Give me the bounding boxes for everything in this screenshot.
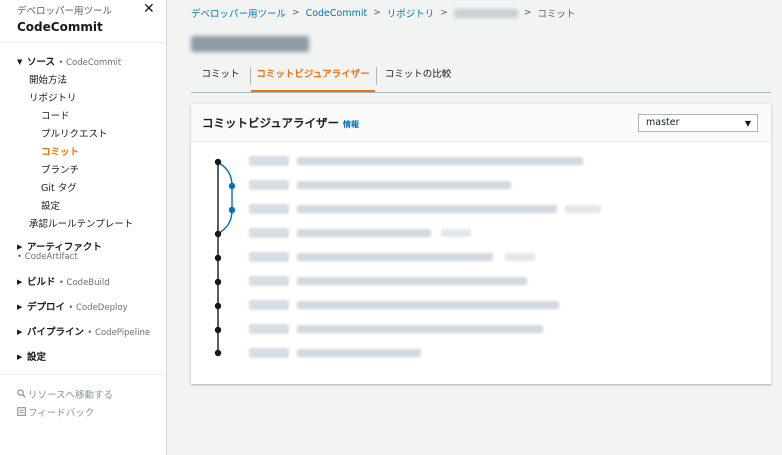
commit-message-redacted — [297, 277, 527, 285]
sidebar-item-repositories[interactable]: リポジトリ — [29, 90, 77, 104]
commit-message-redacted — [297, 181, 511, 189]
caret-right-icon: ▶ — [17, 303, 23, 311]
sidebar-item-repo-settings[interactable]: 設定 — [41, 198, 60, 212]
branch-select[interactable]: master ▼ — [638, 114, 758, 132]
search-icon — [17, 389, 28, 401]
sidebar-subtitle: デベロッパー用ツール — [17, 6, 113, 17]
breadcrumb: デベロッパー用ツール > CodeCommit > リポジトリ > > コミット — [191, 6, 576, 21]
commit-id-redacted[interactable] — [249, 348, 289, 358]
sidebar-item-commits[interactable]: コミット — [41, 144, 79, 158]
commit-message-redacted — [297, 205, 557, 213]
sidebar-divider — [0, 42, 166, 43]
info-link[interactable]: 情報 — [343, 120, 359, 129]
graph-node — [214, 302, 222, 310]
sidebar-section-source[interactable]: ▼ ソース • CodeCommit — [17, 54, 121, 68]
commit-id-redacted[interactable] — [249, 300, 289, 310]
commit-id-redacted[interactable] — [249, 204, 289, 214]
breadcrumb-repositories[interactable]: リポジトリ — [387, 6, 435, 20]
breadcrumb-repository-redacted[interactable] — [453, 8, 518, 18]
caret-right-icon: ▶ — [17, 353, 23, 361]
chevron-right-icon: > — [292, 8, 300, 18]
sidebar-divider — [0, 374, 166, 375]
sidebar-section-artifacts[interactable]: ▶ アーティファクト — [17, 239, 102, 253]
sidebar-header: デベロッパー用ツール CodeCommit — [17, 3, 112, 34]
commit-date-redacted — [565, 205, 601, 213]
graph-node — [214, 230, 222, 238]
commit-message-redacted — [297, 229, 431, 237]
commit-message-redacted — [297, 301, 559, 309]
commit-message-redacted — [297, 253, 493, 261]
sidebar-section-build[interactable]: ▶ ビルド • CodeBuild — [17, 274, 110, 288]
chevron-right-icon: > — [440, 8, 448, 18]
sidebar: デベロッパー用ツール CodeCommit ✕ ▼ ソース • CodeCommi… — [0, 0, 167, 455]
sidebar-item-code[interactable]: コード — [41, 108, 70, 122]
tab-commits[interactable]: コミット — [191, 62, 250, 92]
sidebar-item-branches[interactable]: ブランチ — [41, 162, 79, 176]
breadcrumb-codecommit[interactable]: CodeCommit — [306, 8, 368, 19]
panel-header: コミットビジュアライザー 情報 master ▼ — [191, 104, 771, 142]
caret-down-icon: ▼ — [17, 58, 23, 66]
commit-message-redacted — [297, 325, 543, 333]
commit-visualizer-panel: コミットビジュアライザー 情報 master ▼ — [191, 103, 771, 384]
graph-node-branch — [228, 182, 236, 190]
go-to-resource-link[interactable]: リソースへ移動する — [17, 387, 113, 401]
graph-node — [214, 349, 222, 357]
commit-id-redacted[interactable] — [249, 156, 289, 166]
graph-node — [214, 254, 222, 262]
chevron-right-icon: > — [523, 8, 532, 18]
sidebar-item-pull-requests[interactable]: プルリクエスト — [41, 126, 108, 140]
page-title-redacted — [191, 36, 309, 52]
caret-down-icon: ▼ — [744, 119, 751, 128]
commit-date-redacted — [505, 253, 535, 261]
chevron-right-icon: > — [373, 8, 381, 18]
commit-id-redacted[interactable] — [249, 228, 289, 238]
commit-date-redacted — [441, 229, 471, 237]
commit-id-redacted[interactable] — [249, 180, 289, 190]
graph-node — [214, 158, 222, 166]
sidebar-item-getting-started[interactable]: 開始方法 — [29, 72, 67, 86]
feedback-link[interactable]: フィードバック — [17, 405, 94, 419]
feedback-icon — [17, 407, 28, 419]
sidebar-section-deploy[interactable]: ▶ デプロイ • CodeDeploy — [17, 299, 128, 313]
tab-compare-commits[interactable]: コミットの比較 — [377, 62, 459, 92]
caret-right-icon: ▶ — [17, 243, 23, 251]
sidebar-title[interactable]: CodeCommit — [17, 20, 112, 34]
tab-commit-visualizer[interactable]: コミットビジュアライザー — [251, 62, 375, 92]
breadcrumb-current: コミット — [537, 9, 576, 20]
graph-node — [214, 326, 222, 334]
commit-id-redacted[interactable] — [249, 276, 289, 286]
sidebar-section-pipeline[interactable]: ▶ パイプライン • CodePipeline — [17, 324, 150, 338]
commit-message-redacted — [297, 349, 421, 357]
breadcrumb-dev-tools[interactable]: デベロッパー用ツール — [191, 6, 286, 20]
commit-message-redacted — [297, 157, 583, 165]
sidebar-item-approval-templates[interactable]: 承認ルールテンプレート — [29, 216, 133, 230]
commit-id-redacted[interactable] — [249, 324, 289, 334]
graph-branch-line — [217, 161, 233, 235]
graph-node — [214, 278, 222, 286]
caret-right-icon: ▶ — [17, 328, 23, 336]
sidebar-item-git-tags[interactable]: Git タグ — [41, 180, 77, 194]
close-icon[interactable]: ✕ — [143, 2, 155, 16]
sidebar-section-settings[interactable]: ▶ 設定 — [17, 349, 46, 363]
branch-select-value: master — [646, 117, 680, 128]
commit-graph — [214, 158, 236, 357]
sidebar-section-artifacts-service: • CodeArtifact — [17, 252, 78, 262]
commit-id-redacted[interactable] — [249, 252, 289, 262]
tab-bar: コミット コミットビジュアライザー コミットの比較 — [191, 62, 771, 93]
graph-node-branch — [228, 206, 236, 214]
caret-right-icon: ▶ — [17, 278, 23, 286]
